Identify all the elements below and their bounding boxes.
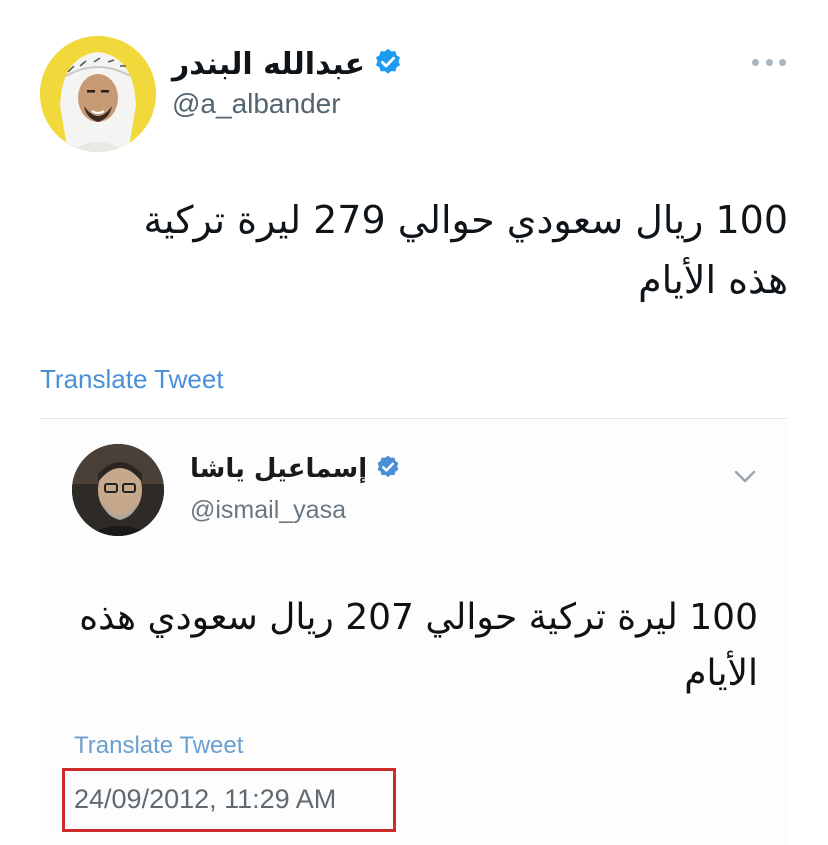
author-handle[interactable]: @a_albander [172,88,341,120]
more-horizontal-icon[interactable] [752,52,786,72]
verified-badge-icon [373,47,403,81]
quoted-text-line: الأيام [684,653,758,694]
translate-tweet-link[interactable]: Translate Tweet [40,364,224,395]
quoted-author-handle[interactable]: @ismail_yasa [190,496,346,525]
author-avatar[interactable] [40,36,156,152]
tweet-text-line: هذه الأيام [638,258,788,302]
avatar-image [40,36,156,152]
avatar-image [72,444,164,536]
quoted-text-line: 100 ليرة تركية حوالي 207 ريال سعودي هذه [79,597,758,638]
quoted-timestamp[interactable]: 24/09/2012, 11:29 AM [74,784,336,815]
author-name-row: عبدالله البندر [172,44,403,84]
quoted-author-avatar[interactable] [72,444,164,536]
quoted-tweet-text: 100 ليرة تركية حوالي 207 ريال سعودي هذه … [58,590,758,702]
tweet-text: 100 ريال سعودي حوالي 279 ليرة تركية هذه … [28,190,788,310]
quoted-translate-tweet-link[interactable]: Translate Tweet [74,732,243,760]
chevron-down-icon[interactable] [733,466,757,486]
quoted-author-name-row: إسماعيل ياشا [190,450,401,488]
divider [40,418,788,419]
author-name[interactable]: عبدالله البندر [172,47,365,82]
verified-badge-icon [375,454,401,484]
tweet-text-line: 100 ريال سعودي حوالي 279 ليرة تركية [143,198,788,242]
quoted-author-name[interactable]: إسماعيل ياشا [190,454,367,484]
